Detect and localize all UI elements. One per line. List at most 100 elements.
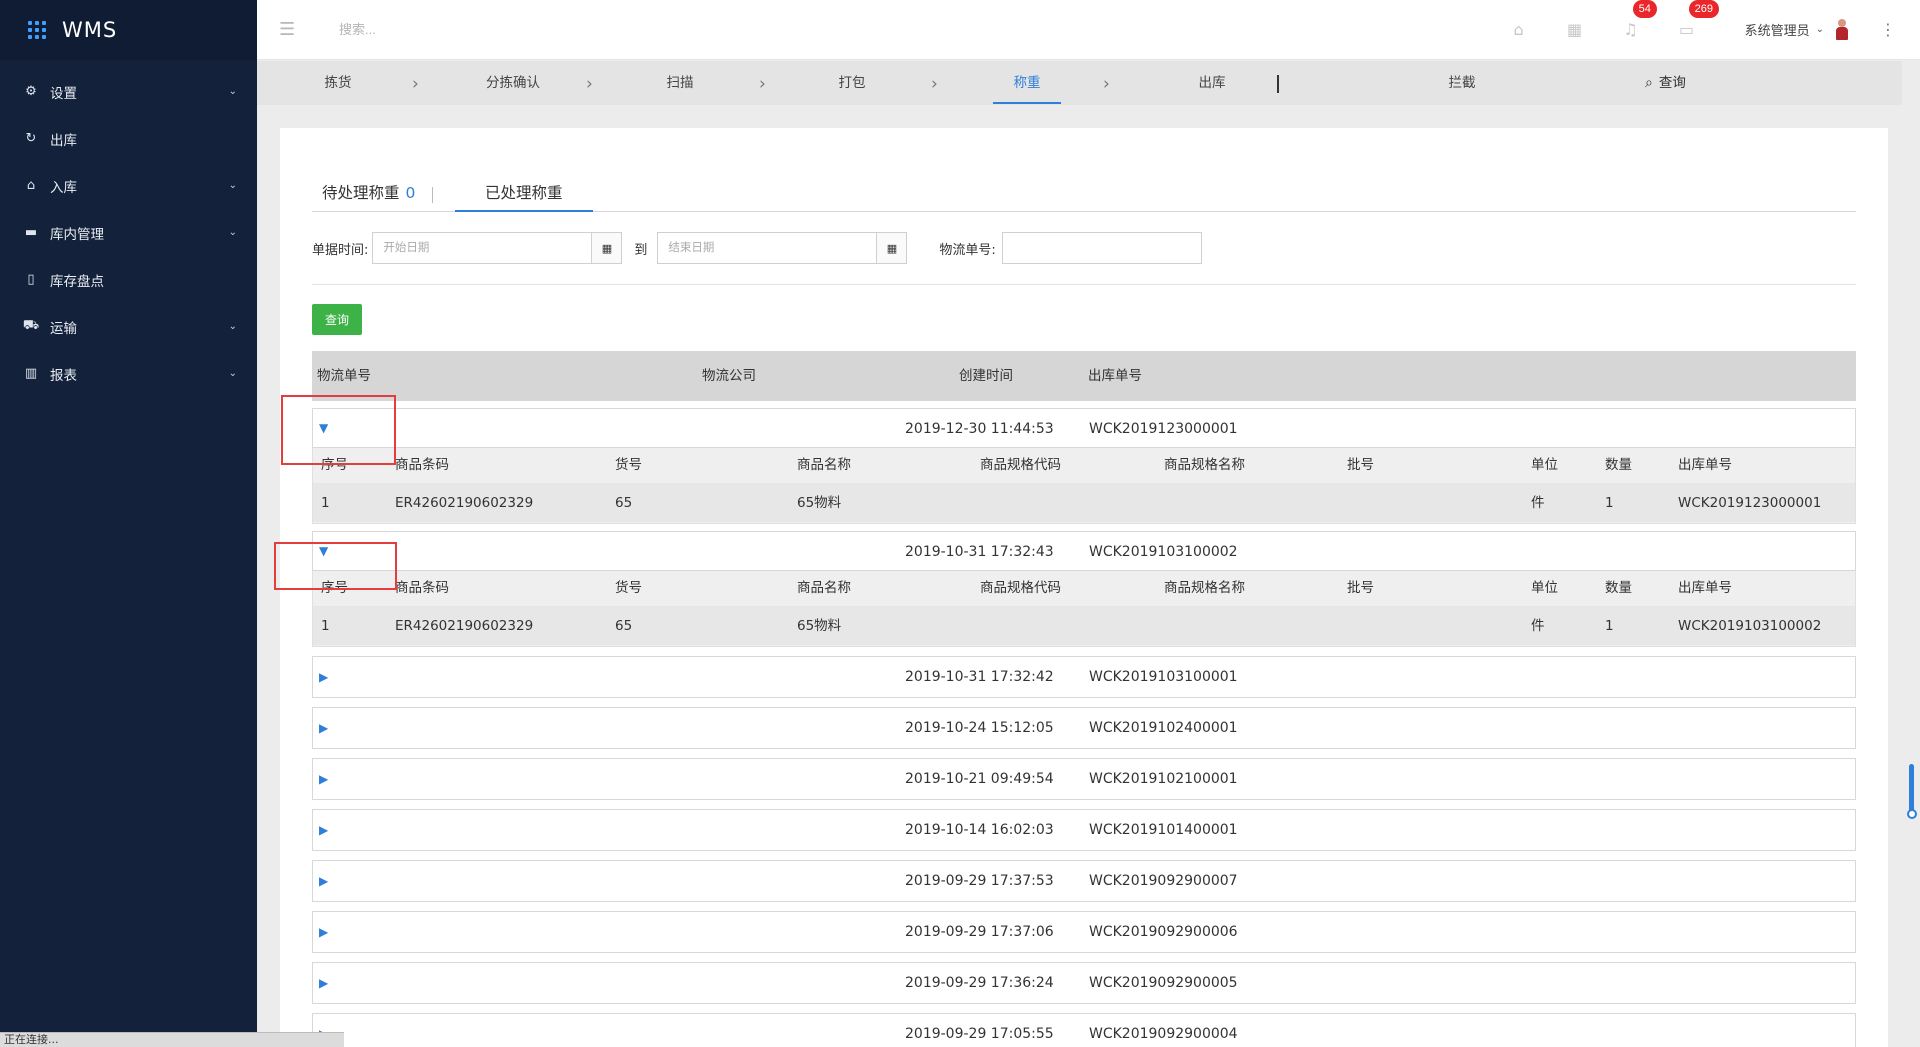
detail-col-qty: 数量 [1605,580,1632,596]
steps-search-button[interactable]: ⌕ 查询 [1645,61,1686,105]
expand-icon[interactable]: ▶ [319,721,328,735]
mail-icon[interactable]: ▭ 269 [1659,0,1719,39]
browser-status-bar: 正在连接... [0,1032,344,1047]
sidebar-item-inbound[interactable]: ⌂ 入库 ⌄ [0,162,257,209]
vertical-scrollbar[interactable] [1902,61,1920,1047]
sidebar-item-settings[interactable]: ⚙ 设置 ⌄ [0,68,257,115]
sidebar-item-label: 库存盘点 [50,273,104,290]
table-row[interactable]: ▼ 2019-12-30 11:44:53 WCK2019123000001 [312,408,1856,448]
detail-col-spec-name: 商品规格名称 [1164,580,1245,596]
bell-icon[interactable]: ♫ 54 [1603,0,1659,39]
chevron-right-icon: › [931,74,938,94]
chevron-down-icon: ⌄ [228,227,237,238]
tab-processed-weighing[interactable]: 已处理称重 [455,175,593,212]
created-time: 2019-10-21 09:49:54 [905,771,1054,787]
sidebar-item-transport[interactable]: ⛟ 运输 ⌄ [0,303,257,350]
detail-sku: 65 [615,495,633,511]
step-sort-confirm[interactable]: 分拣确认 [473,61,553,105]
detail-sku: 65 [615,618,633,634]
order-number: WCK2019092900006 [1089,924,1238,940]
detail-row-bg [313,484,1855,522]
expand-icon[interactable]: ▶ [319,670,328,684]
query-button[interactable]: 查询 [312,304,362,335]
expand-icon[interactable]: ▶ [319,976,328,990]
created-time: 2019-09-29 17:37:53 [905,873,1054,889]
step-pack[interactable]: 打包 [827,61,877,105]
detail-divider [313,483,1855,484]
expand-icon[interactable]: ▶ [319,925,328,939]
end-date-input[interactable] [658,233,877,263]
truck-icon: ⛟ [22,318,40,333]
header-actions: ⌂ ▦ ♫ 54 ▭ 269 系统管理员 ⌄ ⋮ [1491,0,1920,60]
order-number: WCK2019102400001 [1089,720,1238,736]
expand-icon[interactable]: ▶ [319,772,328,786]
notification-badge: 54 [1632,0,1657,18]
sidebar-item-warehouse[interactable]: ▬ 库内管理 ⌄ [0,209,257,256]
user-name: 系统管理员 [1744,24,1810,39]
tracking-number-input[interactable] [1001,232,1202,264]
expand-icon[interactable]: ▶ [319,874,328,888]
scrollbar-knob[interactable] [1907,809,1917,819]
table-row[interactable]: ▶ 2019-09-29 17:36:24 WCK2019092900005 [312,962,1856,1004]
brand[interactable]: WMS [0,0,257,60]
home-icon[interactable]: ⌂ [1491,20,1547,39]
col-tracking: 物流单号 [317,368,371,384]
expand-icon[interactable]: ▶ [319,823,328,837]
order-number: WCK2019102100001 [1089,771,1238,787]
process-steps-bar: 拣货 › 分拣确认 › 扫描 › 打包 › 称重 › 出库 拦截 ⌕ 查询 [257,61,1902,105]
tab-pending-weighing[interactable]: 待处理称重 0 [322,175,415,212]
sidebar: WMS ⚙ 设置 ⌄ ↻ 出库 ⌂ 入库 ⌄ ▬ 库内管理 ⌄ ▯ 库存盘点 ⛟… [0,0,257,1047]
created-time: 2019-09-29 17:05:55 [905,1026,1054,1042]
table-row[interactable]: ▶ 2019-10-31 17:32:42 WCK2019103100001 [312,656,1856,698]
sidebar-item-reports[interactable]: ▥ 报表 ⌄ [0,350,257,397]
tabs: 待处理称重 0 已处理称重 [312,175,1856,212]
table-row[interactable]: ▼ 2019-10-31 17:32:43 WCK2019103100002 [312,531,1856,571]
grid-icon[interactable]: ▦ [1547,20,1603,39]
message-badge: 269 [1688,0,1719,18]
detail-unit: 件 [1531,618,1545,634]
detail-table: 序号 商品条码 货号 商品名称 商品规格代码 商品规格名称 批号 单位 数量 出… [312,448,1856,524]
menu-toggle-icon[interactable]: ☰ [279,19,305,40]
user-menu[interactable]: 系统管理员 ⌄ [1744,18,1850,41]
sidebar-item-stocktake[interactable]: ▯ 库存盘点 [0,256,257,303]
step-weigh[interactable]: 称重 [993,61,1061,104]
created-time: 2019-09-29 17:37:06 [905,924,1054,940]
table-row[interactable]: ▶ 2019-09-29 17:37:53 WCK2019092900007 [312,860,1856,902]
detail-col-spec-code: 商品规格代码 [980,457,1061,473]
calendar-icon[interactable]: ▦ [591,233,622,263]
detail-col-order: 出库单号 [1678,457,1732,473]
global-search-input[interactable] [339,22,619,37]
step-outbound[interactable]: 出库 [1187,61,1237,105]
step-intercept[interactable]: 拦截 [1437,61,1487,105]
chevron-right-icon: › [412,74,419,94]
more-options-icon[interactable]: ⋮ [1880,20,1896,39]
created-time: 2019-10-31 17:32:42 [905,669,1054,685]
tab-pending-label: 待处理称重 [322,184,400,202]
start-date-input[interactable] [373,233,592,263]
chevron-right-icon: › [586,74,593,94]
refresh-icon: ↻ [25,131,37,146]
table-row[interactable]: ▶ 2019-09-29 17:37:06 WCK2019092900006 [312,911,1856,953]
step-picking[interactable]: 拣货 [313,61,363,105]
calendar-icon[interactable]: ▦ [876,233,907,263]
document-icon: ▯ [27,272,35,287]
sidebar-item-label: 入库 [50,179,77,196]
date-label: 单据时间: [312,242,369,258]
sidebar-item-label: 库内管理 [50,226,104,243]
table-row[interactable]: ▶ 2019-09-29 17:05:55 WCK2019092900004 [312,1013,1856,1047]
sidebar-item-outbound[interactable]: ↻ 出库 [0,115,257,162]
collapse-icon[interactable]: ▼ [319,421,328,435]
detail-col-name: 商品名称 [797,580,851,596]
table-row[interactable]: ▶ 2019-10-21 09:49:54 WCK2019102100001 [312,758,1856,800]
order-number: WCK2019092900004 [1089,1026,1238,1042]
created-time: 2019-12-30 11:44:53 [905,421,1054,437]
step-scan[interactable]: 扫描 [655,61,705,105]
table-row[interactable]: ▶ 2019-10-14 16:02:03 WCK2019101400001 [312,809,1856,851]
detail-col-seq: 序号 [321,580,348,596]
chevron-right-icon: › [759,74,766,94]
collapse-icon[interactable]: ▼ [319,544,328,558]
order-number: WCK2019103100001 [1089,669,1238,685]
table-row[interactable]: ▶ 2019-10-24 15:12:05 WCK2019102400001 [312,707,1856,749]
divider [312,284,1856,285]
created-time: 2019-10-31 17:32:43 [905,544,1054,560]
